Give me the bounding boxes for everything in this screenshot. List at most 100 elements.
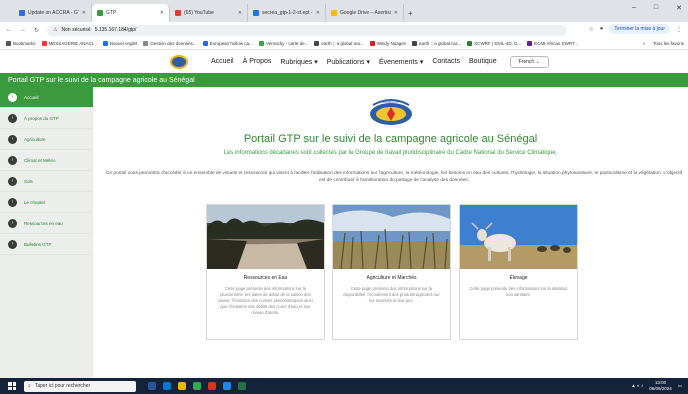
sidebar-item-label: Sols <box>24 178 33 184</box>
close-window-button[interactable]: ✕ <box>676 4 682 12</box>
tab-favicon-icon <box>175 10 181 16</box>
update-button[interactable]: Terminer la mise à jour <box>609 24 670 34</box>
sidebar-item-icon: › <box>8 113 17 123</box>
star-icon[interactable]: ☆ <box>588 26 593 33</box>
bookmark-item[interactable]: earth :: a global ma... <box>314 41 364 46</box>
sidebar-item[interactable]: › À propos du GTP <box>0 108 93 129</box>
sidebar-item-icon: › <box>8 92 17 102</box>
nav-link[interactable]: Rubriques ▾ <box>280 58 317 66</box>
bookmark-item[interactable]: European hollow ca... <box>202 41 253 46</box>
bookmark-label: earth :: a global ma... <box>418 41 462 46</box>
tab-close-icon[interactable]: ✕ <box>316 10 320 16</box>
sidebar-item[interactable]: › Bulletins GTP <box>0 234 93 255</box>
bookmark-label: MESSAGERIE ANACI... <box>48 41 97 46</box>
crops-image <box>333 205 450 269</box>
sidebar-item-label: Ressources en eau <box>24 220 63 226</box>
nav-link[interactable]: Boutique <box>469 58 497 65</box>
card-text: Cette page présente des informations sur… <box>218 286 313 315</box>
site-logo[interactable] <box>170 54 188 69</box>
sidebar-item[interactable]: › Le cheptel <box>0 192 93 213</box>
forward-icon[interactable]: → <box>20 27 26 33</box>
reload-icon[interactable]: ↻ <box>34 27 39 34</box>
bookmarks-bar: Bookmarks MESSAGERIE ANACI... Nouvel ong… <box>0 38 688 50</box>
windows-start-icon[interactable] <box>8 382 16 390</box>
sidebar-item-label: Le cheptel <box>24 199 45 205</box>
bookmark-item[interactable]: Nouvel onglet <box>102 41 138 46</box>
bookmark-item[interactable]: MESSAGERIE ANACI... <box>41 41 97 46</box>
bookmark-item[interactable]: SCWRF | ENIL-4D, D... <box>467 41 521 46</box>
sidebar-item[interactable]: › Accueil <box>0 87 93 108</box>
window-controls: – □ ✕ <box>632 4 682 12</box>
bookmark-label: Vernacky - carte de... <box>265 41 309 46</box>
notification-icon[interactable]: ▭ <box>678 383 682 389</box>
taskbar-apps <box>148 382 246 390</box>
bookmark-favicon-icon <box>369 41 375 46</box>
browser-tab[interactable]: GTP ✕ <box>92 4 170 22</box>
card-title: Ressources en Eau <box>243 275 288 281</box>
new-tab-button[interactable]: + <box>404 4 417 22</box>
taskbar-search[interactable]: ⌕ Taper ici pour rechercher <box>24 380 136 392</box>
all-bookmarks-button[interactable]: Tous les favoris <box>653 41 684 46</box>
bookmark-item[interactable]: Gestion des données... <box>143 41 197 46</box>
nav-link[interactable]: À Propos <box>243 58 272 65</box>
browser-tab[interactable]: Update on ACCRA - GTP Mali ✕ <box>14 4 92 22</box>
menu-icon[interactable]: ⋮ <box>676 26 682 33</box>
card-title: Élevage <box>509 275 528 281</box>
browser-tab[interactable]: (65) YouTube ✕ <box>170 4 248 22</box>
tab-title: Update on ACCRA - GTP Mali <box>28 10 79 16</box>
minimize-button[interactable]: – <box>632 4 636 12</box>
search-placeholder: Taper ici pour rechercher <box>34 383 91 389</box>
url-field[interactable]: ⚠ Non sécurisé 5.135.167.184/gtp/ <box>47 24 568 36</box>
river-image <box>207 205 324 269</box>
sidebar-item-icon: › <box>8 134 17 144</box>
app-icon[interactable] <box>208 382 216 390</box>
card-ressources-eau[interactable]: Ressources en Eau Cette page présente de… <box>206 204 325 340</box>
bookmark-item[interactable]: Windy Nuages <box>369 41 406 46</box>
bookmark-item[interactable]: ECMI African SWRT... <box>527 41 578 46</box>
sidebar-item[interactable]: › Agriculture <box>0 129 93 150</box>
bookmark-item[interactable]: Vernacky - carte de... <box>258 41 309 46</box>
tab-close-icon[interactable]: ✕ <box>160 10 164 16</box>
insecure-icon: ⚠ <box>53 27 58 33</box>
tab-close-icon[interactable]: ✕ <box>82 10 86 16</box>
nav-link[interactable]: Contacts <box>432 58 460 65</box>
browser-tab[interactable]: Google Drive – Avertissement ✕ <box>326 4 404 22</box>
bookmarks-more-button[interactable]: » <box>642 41 645 46</box>
profile-icon[interactable]: ● <box>600 26 604 32</box>
bookmark-label: Nouvel onglet <box>109 41 138 46</box>
sidebar-item-icon: › <box>8 197 17 207</box>
nav-link[interactable]: Publications ▾ <box>327 58 370 66</box>
clock[interactable]: 13:00 06/09/2024 <box>649 380 672 391</box>
nav-link[interactable]: Évenements ▾ <box>379 58 423 66</box>
bookmark-label: Gestion des données... <box>150 41 197 46</box>
bookmark-favicon-icon <box>258 41 264 46</box>
excel-icon[interactable] <box>238 382 246 390</box>
bookmark-label: ECMI African SWRT... <box>534 41 579 46</box>
sidebar-item[interactable]: › Climat et Météo <box>0 150 93 171</box>
bookmark-favicon-icon <box>314 41 320 46</box>
tab-title: GTP <box>106 10 117 16</box>
tray-icons[interactable]: ▲ ◐ ♪ <box>631 383 643 388</box>
edge-icon[interactable] <box>163 382 171 390</box>
tab-close-icon[interactable]: ✕ <box>238 10 242 16</box>
card-elevage[interactable]: Élevage Cette page présente des informat… <box>459 204 578 340</box>
sidebar-item[interactable]: › Ressources en eau <box>0 213 93 234</box>
back-icon[interactable]: ← <box>6 27 12 33</box>
address-bar-row: ← → ↻ ⚠ Non sécurisé 5.135.167.184/gtp/ … <box>0 22 688 38</box>
browser-tab[interactable]: secrea_gtp-1-2-st.ept - Google ✕ <box>248 4 326 22</box>
bookmark-favicon-icon <box>202 41 208 46</box>
maximize-button[interactable]: □ <box>654 4 658 12</box>
language-select[interactable]: French ⌄ <box>509 55 549 68</box>
word-icon[interactable] <box>223 382 231 390</box>
bookmark-item[interactable]: earth :: a global ma... <box>411 41 462 46</box>
nav-link[interactable]: Accueil <box>211 58 234 65</box>
card-agriculture-marches[interactable]: Agriculture et Marchés Cette page présen… <box>332 204 451 340</box>
sidebar-item[interactable]: › Sols <box>0 171 93 192</box>
tab-title: Google Drive – Avertissement <box>340 10 391 16</box>
bookmark-item[interactable]: Bookmarks <box>6 41 36 46</box>
chrome-icon[interactable] <box>193 382 201 390</box>
file-explorer-icon[interactable] <box>178 382 186 390</box>
task-view-icon[interactable] <box>148 382 156 390</box>
tab-close-icon[interactable]: ✕ <box>394 10 398 16</box>
url-text: 5.135.167.184/gtp/ <box>94 27 137 33</box>
